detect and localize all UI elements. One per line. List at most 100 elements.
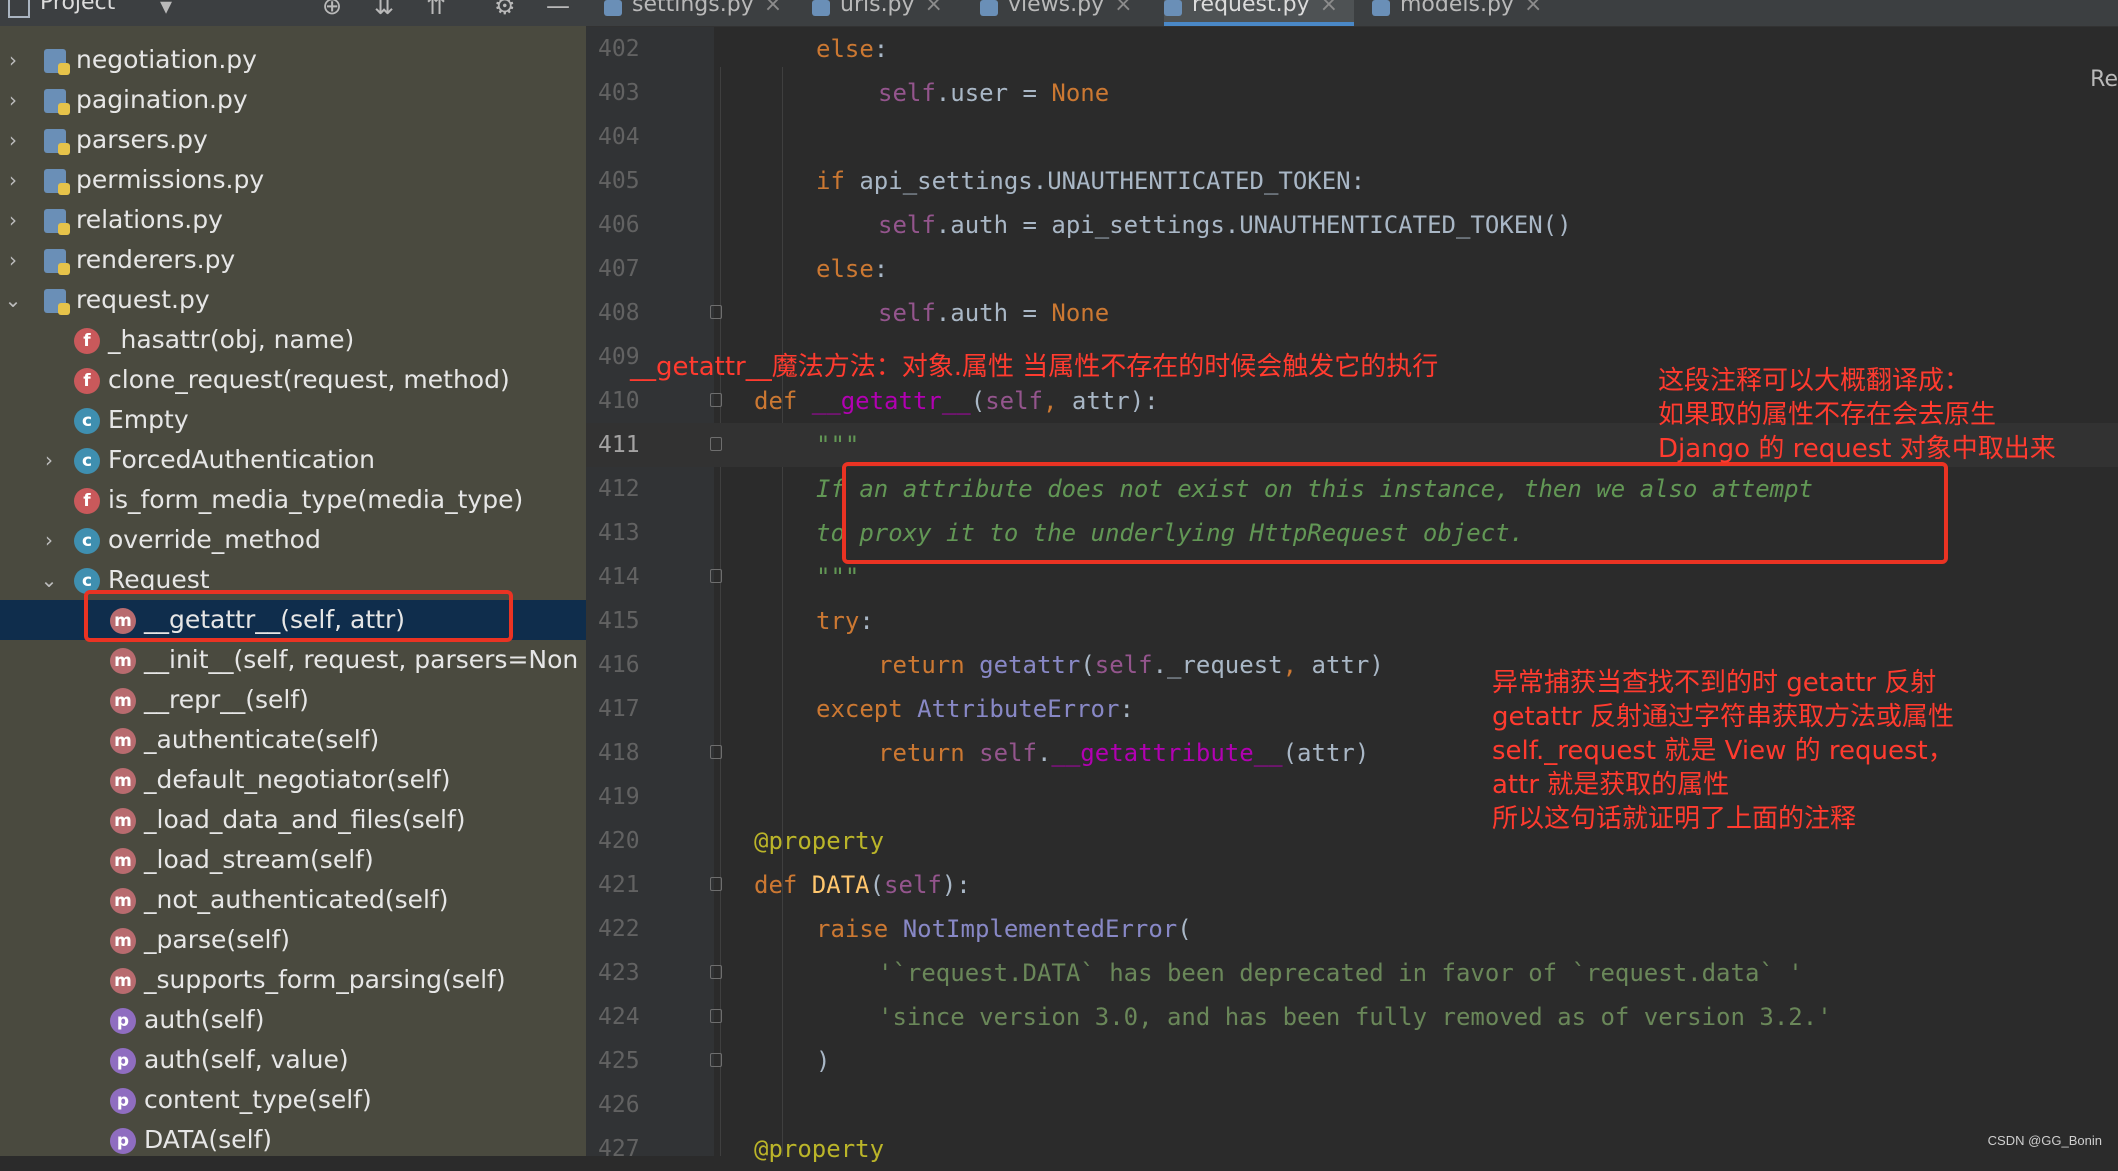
close-icon[interactable]: × [764, 0, 782, 17]
fold-marker-icon[interactable] [710, 1009, 722, 1023]
fold-marker-icon[interactable] [710, 393, 722, 407]
tree-item[interactable]: › negotiation.py [0, 40, 586, 80]
fold-marker-icon[interactable] [710, 877, 722, 891]
code-token: .auth = [935, 299, 1052, 327]
code-token: self [878, 79, 936, 107]
code-token: ( [869, 871, 885, 899]
fold-marker-icon[interactable] [710, 965, 722, 979]
fold-marker-icon[interactable] [710, 305, 722, 319]
code-token: : [873, 35, 889, 63]
tree-item[interactable]: m _load_stream(self) [0, 840, 586, 880]
code-line[interactable]: 427 @property [586, 1127, 2118, 1171]
code-token: api_settings.UNAUTHENTICATED_TOKEN: [859, 167, 1366, 195]
code-line[interactable]: 408 self.auth = None [586, 291, 2118, 335]
code-line[interactable]: 424 'since version 3.0, and has been full… [586, 995, 2118, 1039]
code-line[interactable]: 425) [586, 1039, 2118, 1083]
chevron-right-icon[interactable]: › [4, 80, 22, 120]
line-number: 416 [598, 652, 640, 678]
code-line[interactable]: 407 else: [586, 247, 2118, 291]
tree-item[interactable]: m _supports_form_parsing(self) [0, 960, 586, 1000]
tree-item[interactable]: p DATA(self) [0, 1120, 586, 1156]
tree-item[interactable]: › c ForcedAuthentication [0, 440, 586, 480]
tree-item[interactable]: f clone_request(request, method) [0, 360, 586, 400]
editor-tab[interactable]: urls.py × [812, 0, 962, 26]
chevron-right-icon[interactable]: › [4, 120, 22, 160]
tree-item[interactable]: m __repr__(self) [0, 680, 586, 720]
gear-icon[interactable]: ⚙ [494, 0, 516, 20]
chevron-right-icon[interactable]: › [4, 160, 22, 200]
code-line[interactable]: 402 else: [586, 27, 2118, 71]
editor-tab[interactable]: views.py × [980, 0, 1146, 26]
tree-item[interactable]: p auth(self, value) [0, 1040, 586, 1080]
chevron-down-icon[interactable]: ⌄ [4, 280, 22, 320]
tree-item-label: __repr__(self) [144, 685, 309, 714]
tree-item[interactable]: p content_type(self) [0, 1080, 586, 1120]
code-text: '`request.DATA` has been deprecated in f… [878, 951, 1803, 995]
code-line[interactable]: 415 try: [586, 599, 2118, 643]
tree-item[interactable]: c Empty [0, 400, 586, 440]
tree-item[interactable]: f is_form_media_type(media_type) [0, 480, 586, 520]
close-icon[interactable]: × [1114, 0, 1132, 17]
tree-item[interactable]: m _default_negotiator(self) [0, 760, 586, 800]
property-icon: p [110, 1048, 136, 1074]
locate-icon[interactable]: ⊕ [322, 0, 342, 20]
tree-item[interactable]: m _load_data_and_files(self) [0, 800, 586, 840]
except-line: getattr 反射通过字符串获取方法或属性 [1492, 702, 1954, 732]
property-icon: p [110, 1088, 136, 1114]
code-line[interactable]: 405 if api_settings.UNAUTHENTICATED_TOKEN… [586, 159, 2118, 203]
code-line[interactable]: 426 [586, 1083, 2118, 1127]
chevron-right-icon[interactable]: › [40, 520, 58, 560]
tree-item-label: relations.py [76, 205, 223, 234]
fold-marker-icon[interactable] [710, 437, 722, 451]
code-line[interactable]: 422 raise NotImplementedError( [586, 907, 2118, 951]
chevron-down-icon[interactable]: ▾ [160, 0, 172, 20]
project-panel-title[interactable]: Project [40, 0, 115, 15]
fold-marker-icon[interactable] [710, 745, 722, 759]
editor-tab[interactable]: settings.py × [604, 0, 794, 26]
fold-marker-icon[interactable] [710, 1053, 722, 1067]
code-line[interactable]: 404 [586, 115, 2118, 159]
minimize-icon[interactable]: — [546, 0, 570, 20]
code-line[interactable]: 421 def DATA(self): [586, 863, 2118, 907]
chevron-right-icon[interactable]: › [4, 40, 22, 80]
tree-item[interactable]: › c override_method [0, 520, 586, 560]
close-icon[interactable]: × [925, 0, 943, 17]
python-file-icon [44, 209, 70, 235]
chevron-right-icon[interactable]: › [40, 440, 58, 480]
right-toolbar-label[interactable]: Re [2090, 67, 2118, 92]
tree-item[interactable]: f _hasattr(obj, name) [0, 320, 586, 360]
chevron-down-icon[interactable]: ⌄ [40, 560, 58, 600]
code-token: self [985, 387, 1043, 415]
code-line[interactable]: 406 self.auth = api_settings.UNAUTHENTICA… [586, 203, 2118, 247]
code-token: __getattr__ [811, 387, 971, 415]
expand-all-icon[interactable]: ⇊ [374, 0, 394, 20]
tree-item[interactable]: › renderers.py [0, 240, 586, 280]
code-token: '`request.DATA` has been deprecated in f… [878, 959, 1803, 987]
close-icon[interactable]: × [1524, 0, 1542, 17]
chevron-right-icon[interactable]: › [4, 200, 22, 240]
tree-item[interactable]: › pagination.py [0, 80, 586, 120]
tree-item[interactable]: m __init__(self, request, parsers=Non [0, 640, 586, 680]
code-line[interactable]: 423 '`request.DATA` has been deprecated i… [586, 951, 2118, 995]
chevron-right-icon[interactable]: › [4, 240, 22, 280]
collapse-all-icon[interactable]: ⇈ [426, 0, 446, 20]
fold-marker-icon[interactable] [710, 569, 722, 583]
tree-item-label: auth(self) [144, 1005, 265, 1034]
tree-item[interactable]: › parsers.py [0, 120, 586, 160]
tree-item[interactable]: p auth(self) [0, 1000, 586, 1040]
tree-item[interactable]: ⌄ request.py [0, 280, 586, 320]
tree-item[interactable]: m _not_authenticated(self) [0, 880, 586, 920]
method-icon: m [110, 728, 136, 754]
tree-item[interactable]: m _authenticate(self) [0, 720, 586, 760]
tree-item[interactable]: › permissions.py [0, 160, 586, 200]
editor-tab[interactable]: request.py × [1164, 0, 1354, 26]
editor-tab[interactable]: models.py × [1372, 0, 1552, 26]
tree-item[interactable]: m _parse(self) [0, 920, 586, 960]
tree-item[interactable]: › relations.py [0, 200, 586, 240]
line-number: 426 [598, 1092, 640, 1118]
close-icon[interactable]: × [1320, 0, 1338, 17]
method-icon: m [110, 888, 136, 914]
code-token: NotImplementedError [902, 915, 1178, 943]
code-line[interactable]: 403 self.user = None [586, 71, 2118, 115]
code-editor[interactable]: 402 else: 403 self.user = None 404 405 if api_… [586, 27, 2118, 1163]
